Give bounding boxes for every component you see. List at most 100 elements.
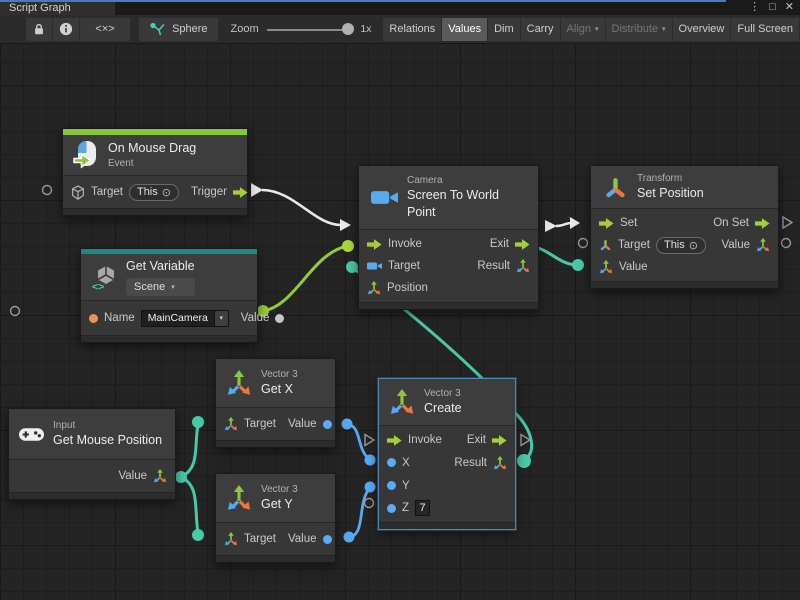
value-port[interactable]	[323, 535, 332, 544]
zoom-slider[interactable]	[267, 18, 353, 41]
variable-icon	[91, 264, 117, 291]
node-get-variable[interactable]: Get Variable Scene ▾ Name MainCamera ▾ V…	[80, 248, 258, 343]
vector3-port-icon[interactable]	[153, 469, 167, 483]
variable-scope-dropdown[interactable]: Scene ▾	[126, 278, 195, 296]
close-icon[interactable]: ✕	[785, 1, 794, 14]
node-kind: Vector 3	[261, 483, 298, 496]
node-footer	[81, 335, 257, 342]
object-field-value: This	[664, 239, 685, 251]
vector3-port-icon[interactable]	[367, 281, 381, 295]
align-dropdown[interactable]: Align ▾	[561, 18, 605, 41]
relations-button[interactable]: Relations	[383, 18, 441, 41]
port-label-invoke: Invoke	[388, 238, 422, 250]
flow-in-port[interactable]	[387, 435, 402, 446]
node-footer	[216, 440, 335, 447]
node-vector3-get-y[interactable]: Vector 3 Get Y Target Value	[215, 473, 336, 563]
zoom-value: 1x	[360, 23, 371, 35]
flow-out-port[interactable]	[492, 435, 507, 446]
vector3-port-icon[interactable]	[599, 260, 613, 274]
port-label-target: Target	[618, 239, 650, 251]
vector3-port-icon[interactable]	[493, 456, 507, 470]
port-label-value: Value	[288, 418, 317, 430]
flow-out-port[interactable]	[755, 218, 770, 229]
button-label: Distribute	[612, 23, 658, 35]
graph-toolbar: <×> Sphere Zoom 1x Relations Values Dim …	[0, 15, 800, 44]
transform-icon	[603, 177, 628, 198]
y-port[interactable]	[387, 481, 396, 490]
x-port[interactable]	[387, 458, 396, 467]
node-get-mouse-position[interactable]: Input Get Mouse Position Value	[8, 408, 176, 500]
node-kind: Event	[108, 157, 196, 170]
flow-out-port[interactable]	[233, 187, 248, 198]
port-label-target: Target	[91, 186, 123, 198]
node-kind: Input	[53, 419, 162, 432]
node-vector3-create[interactable]: Vector 3 Create Invoke Exit X Result	[378, 378, 516, 530]
flow-out-port[interactable]	[515, 239, 530, 250]
values-button[interactable]: Values	[442, 18, 487, 41]
port-label-position: Position	[387, 282, 428, 294]
value-port[interactable]	[323, 420, 332, 429]
lock-button[interactable]	[26, 18, 52, 41]
chevron-down-icon: ▾	[595, 25, 599, 33]
zoom-slider-handle[interactable]	[342, 23, 354, 35]
distribute-dropdown[interactable]: Distribute ▾	[606, 18, 672, 41]
info-icon	[59, 21, 73, 37]
node-footer	[216, 555, 335, 562]
port-label-set: Set	[620, 217, 637, 229]
node-title: On Mouse Drag	[108, 140, 196, 157]
carry-button[interactable]: Carry	[521, 18, 560, 41]
code-preview-button[interactable]: <×>	[80, 18, 130, 41]
z-port[interactable]	[387, 504, 396, 513]
z-value-field[interactable]: 7	[415, 500, 430, 516]
tab-script-graph[interactable]: Script Graph	[0, 2, 115, 15]
camera-port-icon[interactable]	[367, 262, 382, 270]
lock-icon	[32, 21, 46, 37]
object-picker-icon[interactable]: ⊙	[162, 186, 171, 199]
full-screen-button[interactable]: Full Screen	[731, 18, 799, 41]
object-picker-icon[interactable]: ⊙	[689, 239, 698, 252]
button-label: Dim	[494, 23, 514, 35]
window-menu-icon[interactable]: ⋮	[749, 1, 760, 14]
maximize-icon[interactable]: □	[769, 1, 776, 14]
gameobject-cube-icon[interactable]	[71, 185, 85, 200]
vector3-port-icon[interactable]	[756, 238, 770, 252]
object-field-value: This	[137, 186, 158, 198]
vector3-port-icon[interactable]	[224, 532, 238, 546]
vector3-port-icon[interactable]	[224, 417, 238, 431]
node-title: Screen To World Point	[407, 187, 526, 221]
node-title: Create	[424, 400, 462, 417]
transform-port-icon[interactable]	[599, 239, 612, 251]
node-footer	[359, 302, 538, 309]
graph-selector-button[interactable]: Sphere	[139, 18, 217, 41]
gamepad-icon	[19, 427, 44, 442]
chevron-down-icon[interactable]: ▾	[214, 311, 228, 326]
node-set-position[interactable]: Transform Set Position Set On Set Target…	[590, 165, 779, 289]
zoom-slider-track[interactable]	[267, 29, 353, 31]
overview-button[interactable]: Overview	[673, 18, 731, 41]
node-footer	[379, 522, 515, 529]
variable-name-dropdown[interactable]: MainCamera ▾	[141, 310, 229, 327]
flow-in-port[interactable]	[599, 218, 614, 229]
target-object-field[interactable]: This ⊙	[129, 184, 179, 201]
vector3-port-icon[interactable]	[516, 259, 530, 273]
node-on-mouse-drag[interactable]: On Mouse Drag Event Target This ⊙ Trigge…	[62, 128, 248, 216]
target-object-field[interactable]: This ⊙	[656, 237, 706, 254]
port-label-exit: Exit	[490, 238, 509, 250]
port-label-value-out: Value	[721, 239, 750, 251]
port-label-value: Value	[288, 533, 317, 545]
name-port[interactable]	[89, 314, 98, 323]
inspect-button[interactable]	[53, 18, 79, 41]
node-title: Get Mouse Position	[53, 432, 162, 449]
vector3-icon	[226, 370, 252, 396]
unity-visual-scripting-window: Script Graph ⋮ □ ✕ <×> Sphere Zoom 1x Re…	[0, 0, 800, 600]
dim-button[interactable]: Dim	[488, 18, 520, 41]
node-kind: Camera	[407, 174, 526, 187]
node-footer	[591, 281, 778, 288]
tab-bar: Script Graph ⋮ □ ✕	[0, 0, 800, 15]
node-vector3-get-x[interactable]: Vector 3 Get X Target Value	[215, 358, 336, 448]
port-label-value-in: Value	[619, 261, 648, 273]
variable-name-value: MainCamera	[142, 311, 214, 326]
value-port[interactable]	[275, 314, 284, 323]
node-screen-to-world-point[interactable]: Camera Screen To World Point Invoke Exit…	[358, 165, 539, 310]
flow-in-port[interactable]	[367, 239, 382, 250]
